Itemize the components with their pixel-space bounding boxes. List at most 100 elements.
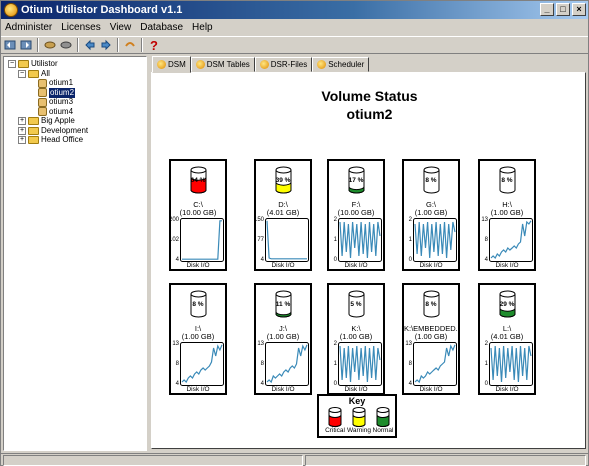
disk-io-graph xyxy=(180,342,224,386)
tree-node-label: otium1 xyxy=(49,78,74,87)
volume-card[interactable]: 8 % K:\EMBEDDED... (1.00 GB) 13 8 4 Disk I/O xyxy=(402,283,460,395)
io-caption: Disk I/O xyxy=(495,386,519,393)
io-tick-label: 13 xyxy=(481,217,488,223)
tree-node[interactable]: otium2 xyxy=(28,87,76,98)
io-tick-label: 2 xyxy=(484,341,488,347)
tree-node[interactable]: otium3 xyxy=(28,97,73,107)
tree-node[interactable]: + Big Apple xyxy=(18,116,75,126)
io-tick-label: 200 xyxy=(168,217,179,223)
io-caption: Disk I/O xyxy=(186,262,210,269)
volume-size: (10.00 GB) xyxy=(337,208,375,217)
usage-percent: 11 % xyxy=(275,301,291,308)
tab-scheduler[interactable]: Scheduler xyxy=(312,57,370,72)
tree-expander-icon[interactable]: − xyxy=(8,60,16,68)
tree-node[interactable]: − Utilistor xyxy=(8,59,58,69)
io-axis: 13 8 4 xyxy=(404,341,413,387)
volume-card[interactable]: 39 % D:\ (4.01 GB) 150 77 4 Disk I/O xyxy=(254,159,312,271)
io-tick-label: 1 xyxy=(333,361,337,367)
help-icon[interactable]: ? xyxy=(147,38,161,53)
usage-percent: 8 % xyxy=(192,301,204,308)
volume-card[interactable]: 8 % H:\ (1.00 GB) 13 8 4 Disk I/O xyxy=(478,159,536,271)
tree-node[interactable]: otium1 xyxy=(28,78,73,88)
files-icon xyxy=(259,60,269,69)
server-icon xyxy=(38,78,47,88)
tree-node[interactable]: + Development xyxy=(18,126,88,136)
close-button[interactable]: × xyxy=(572,3,586,16)
maximize-button[interactable]: □ xyxy=(556,3,570,16)
normal-disk-icon xyxy=(376,407,390,427)
tab-label: DSM xyxy=(168,60,186,69)
tree-expander-icon[interactable]: + xyxy=(18,126,26,135)
io-caption: Disk I/O xyxy=(271,262,295,269)
disk-io-graph xyxy=(338,218,382,262)
disk-io-graph xyxy=(413,218,457,262)
volume-card[interactable]: 8 % G:\ (1.00 GB) 2 1 0 Disk I/O xyxy=(402,159,460,271)
tree-node-label: Utilistor xyxy=(31,59,58,68)
io-caption: Disk I/O xyxy=(495,262,519,269)
server-icon xyxy=(38,97,47,107)
tree-node-label: Development xyxy=(41,125,89,135)
tree-node[interactable]: − All xyxy=(18,69,50,79)
tree-expander-icon[interactable]: + xyxy=(18,136,26,144)
volume-card[interactable]: 5 % K:\ (1.00 GB) 2 1 0 Disk I/O xyxy=(327,283,385,395)
scheduler-icon xyxy=(317,60,327,69)
status-bar xyxy=(1,453,588,466)
volume-card[interactable]: 29 % L:\ (4.01 GB) 2 1 0 Disk I/O xyxy=(478,283,536,395)
tree-node-label: All xyxy=(41,68,50,78)
usage-percent: 5 % xyxy=(350,301,362,308)
tables-icon xyxy=(195,60,205,69)
tree-node[interactable]: + Head Office xyxy=(18,135,83,145)
warning-disk-icon xyxy=(352,407,366,427)
tab-dsm-tables[interactable]: DSM Tables xyxy=(190,57,255,72)
refresh-icon[interactable] xyxy=(83,38,97,52)
io-caption: Disk I/O xyxy=(419,262,443,269)
critical-disk-icon xyxy=(328,407,342,427)
key-title: Key xyxy=(348,396,366,406)
volume-size: (1.00 GB) xyxy=(490,208,524,217)
folder-icon xyxy=(28,69,39,78)
usage-percent: 8 % xyxy=(425,301,437,308)
volume-size: (1.00 GB) xyxy=(339,332,373,341)
tree-node-label: Head Office xyxy=(41,135,84,144)
volume-size: (4.01 GB) xyxy=(490,332,524,341)
volume-card[interactable]: 17 % F:\ (10.00 GB) 2 1 0 Disk I/O xyxy=(327,159,385,271)
io-tick-label: 13 xyxy=(405,341,412,347)
minimize-button[interactable]: _ xyxy=(540,3,554,16)
menu-database[interactable]: Database xyxy=(140,20,183,35)
tree-node[interactable]: otium4 xyxy=(28,107,73,117)
export-icon[interactable] xyxy=(123,38,137,52)
title-bar[interactable]: Otium Utilistor Dashboard v1.1 _ □ × xyxy=(1,1,588,19)
forward-icon[interactable] xyxy=(19,38,33,52)
stop-icon[interactable] xyxy=(99,38,113,52)
io-caption: Disk I/O xyxy=(344,386,368,393)
menu-help[interactable]: Help xyxy=(192,20,213,35)
dsm-icon xyxy=(157,60,166,69)
tree-expander-icon[interactable]: − xyxy=(18,69,26,78)
disconnect-icon[interactable] xyxy=(59,38,73,52)
tab-dsm[interactable]: DSM xyxy=(152,56,191,73)
volume-card[interactable]: 8 % I:\ (1.00 GB) 13 8 4 Disk I/O xyxy=(169,283,227,395)
back-icon[interactable] xyxy=(3,38,17,52)
io-tick-label: 102 xyxy=(168,237,179,243)
menu-view[interactable]: View xyxy=(110,20,132,35)
io-tick-label: 8 xyxy=(175,361,179,367)
tree-expander-icon[interactable]: + xyxy=(18,117,26,125)
disk-io-graph xyxy=(265,342,309,386)
io-tick-label: 2 xyxy=(333,217,337,223)
menu-administer[interactable]: Administer xyxy=(5,20,52,35)
usage-percent: 17 % xyxy=(348,177,364,184)
usage-percent: 64 % xyxy=(190,177,206,184)
io-tick-label: 2 xyxy=(408,217,412,223)
usage-percent: 39 % xyxy=(275,177,291,184)
io-tick-label: 8 xyxy=(260,361,264,367)
volume-card[interactable]: 11 % J:\ (1.00 GB) 13 8 4 Disk I/O xyxy=(254,283,312,395)
usage-percent: 29 % xyxy=(499,301,515,308)
io-tick-label: 1 xyxy=(484,361,488,367)
tab-dsr-files[interactable]: DSR-Files xyxy=(254,57,313,72)
usage-percent: 8 % xyxy=(425,177,437,184)
key-item-normal: Normal xyxy=(371,407,395,436)
volume-card[interactable]: 64 % C:\ (10.00 GB) 200 102 4 Disk I/O xyxy=(169,159,227,271)
app-icon xyxy=(4,3,18,17)
connect-icon[interactable] xyxy=(43,38,57,52)
menu-licenses[interactable]: Licenses xyxy=(61,20,100,35)
